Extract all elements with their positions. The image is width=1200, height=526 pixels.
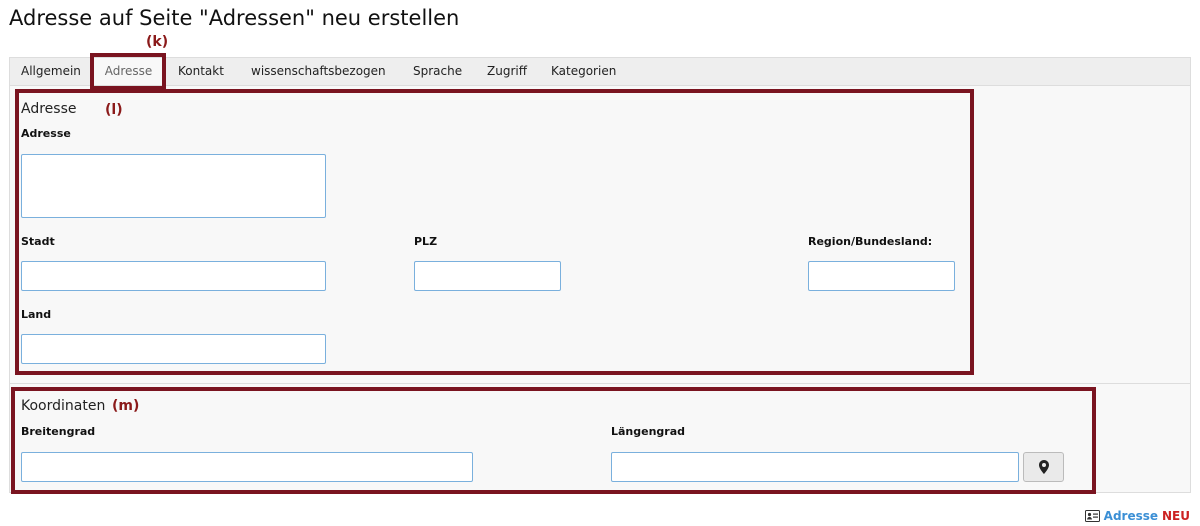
adresse-textarea[interactable]	[21, 154, 326, 218]
map-marker-icon	[1038, 460, 1049, 474]
plz-label: PLZ	[414, 235, 438, 248]
annotation-label-k: (k)	[146, 34, 169, 50]
breitengrad-label: Breitengrad	[21, 425, 96, 438]
address-card-icon	[1084, 510, 1100, 522]
plz-input[interactable]	[414, 261, 561, 291]
section-divider	[9, 383, 1191, 384]
geolocate-button[interactable]	[1023, 452, 1064, 482]
tab-kategorien[interactable]: Kategorien	[551, 58, 616, 85]
stadt-label: Stadt	[21, 235, 55, 248]
tab-sprache[interactable]: Sprache	[413, 58, 462, 85]
laengengrad-input[interactable]	[611, 452, 1019, 482]
tab-bar: Allgemein Adresse Kontakt wissenschaftsb…	[9, 57, 1191, 86]
page-title: Adresse auf Seite "Adressen" neu erstell…	[9, 6, 460, 30]
land-label: Land	[21, 308, 52, 321]
tab-allgemein[interactable]: Allgemein	[21, 58, 81, 85]
annotation-label-m: (m)	[112, 398, 140, 414]
tab-zugriff[interactable]: Zugriff	[487, 58, 527, 85]
tab-adresse[interactable]: Adresse	[91, 58, 166, 85]
land-input[interactable]	[21, 334, 326, 364]
address-section-title: Adresse	[21, 101, 77, 117]
coordinates-section-title: Koordinaten	[21, 398, 106, 414]
breitengrad-input[interactable]	[21, 452, 473, 482]
record-footer: Adresse NEU	[1084, 509, 1190, 523]
region-label: Region/Bundesland:	[808, 235, 933, 248]
record-type-label: Adresse	[1103, 509, 1159, 523]
laengengrad-label: Längengrad	[611, 425, 686, 438]
stadt-input[interactable]	[21, 261, 326, 291]
tab-wissenschaftsbezogen[interactable]: wissenschaftsbezogen	[251, 58, 386, 85]
region-input[interactable]	[808, 261, 955, 291]
tab-kontakt[interactable]: Kontakt	[178, 58, 224, 85]
record-status-badge: NEU	[1162, 509, 1190, 523]
adresse-label: Adresse	[21, 127, 71, 140]
annotation-label-l: (l)	[105, 102, 123, 118]
